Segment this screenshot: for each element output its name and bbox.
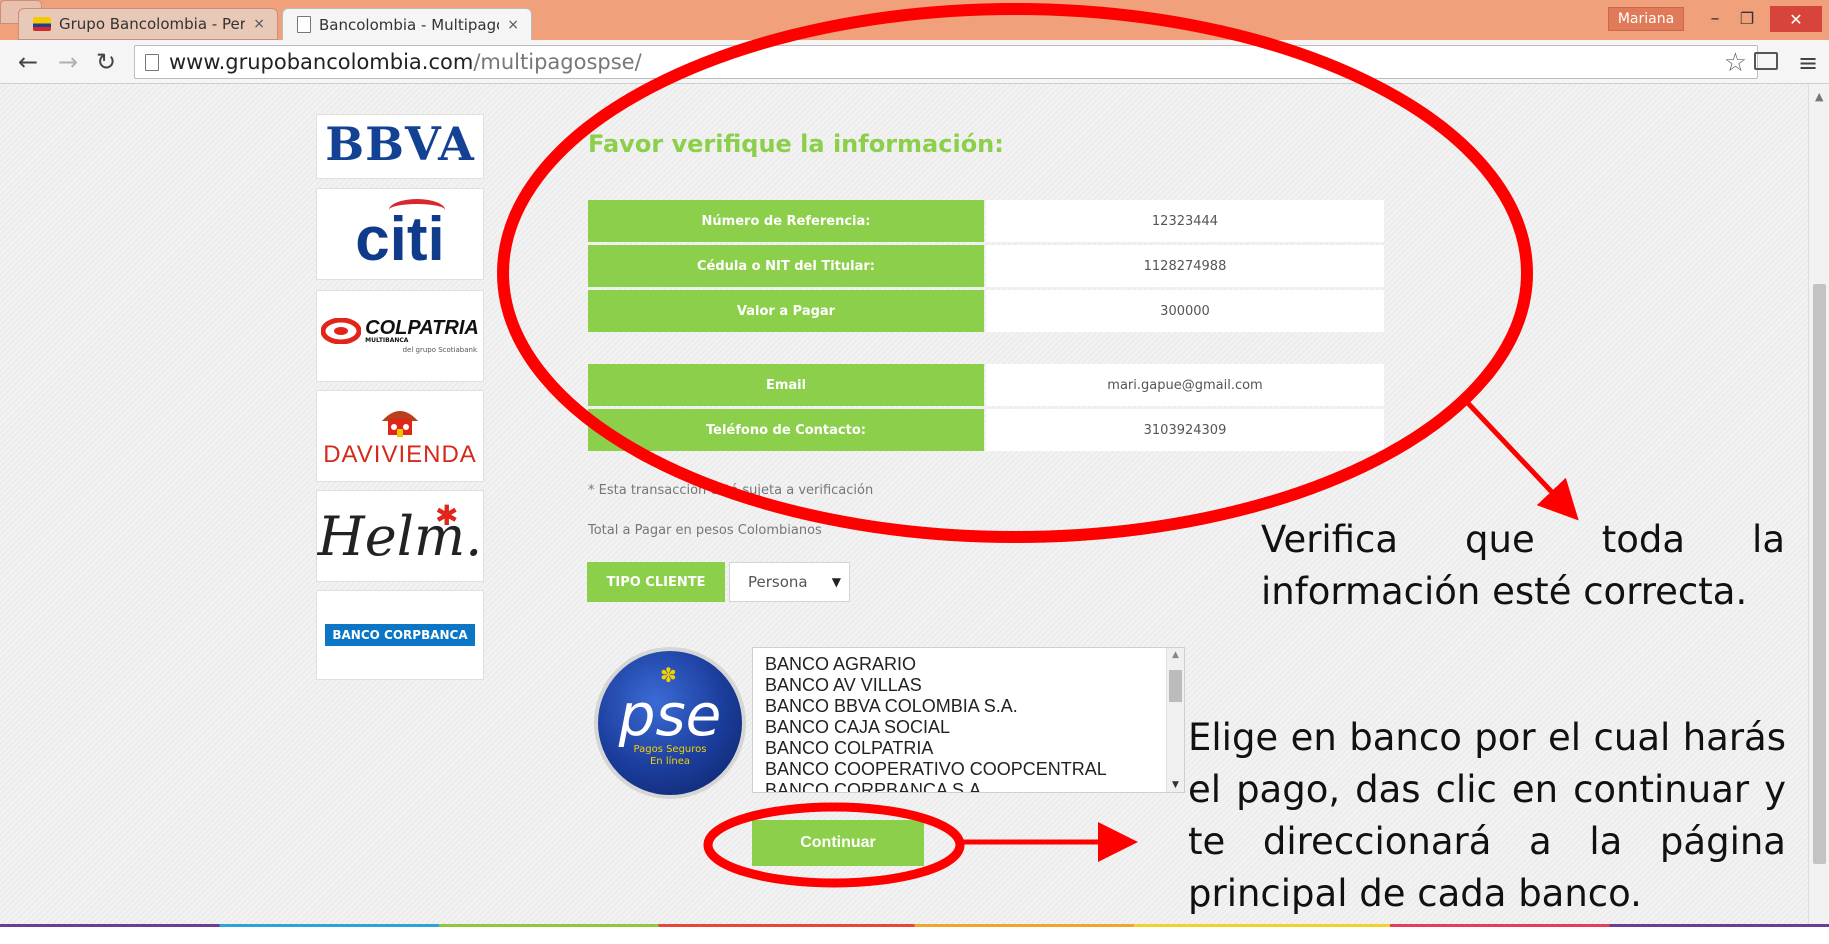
tab-multipagos[interactable]: Bancolombia - Multipagos × [282,8,532,40]
colpatria-wordmark: COLPATRIA [365,317,479,339]
page-icon [297,16,311,33]
helm-logo[interactable]: Helm. ✱ [316,490,484,582]
tab-label: Grupo Bancolombia - Pers [59,15,246,33]
back-arrow-icon[interactable]: ← [14,48,42,76]
bank-option[interactable]: BANCO BBVA COLOMBIA S.A. [765,696,1184,717]
total-note: Total a Pagar en pesos Colombianos [588,523,822,538]
annotation-verify: Verifica que toda la información esté co… [1261,518,1785,613]
colpatria-logo[interactable]: COLPATRIA MULTIBANCA del grupo Scotiaban… [316,290,484,382]
row-label: Cédula o NIT del Titular: [588,245,984,287]
tipo-cliente-label: TIPO CLIENTE [587,562,725,602]
tab-close-icon[interactable]: × [253,16,265,32]
corpbanca-logo[interactable]: BANCO CORPBANCA [316,590,484,680]
footer-color-strip [0,924,1829,944]
verification-note: * Esta transacción está sujeta a verific… [588,483,874,498]
row-label: Teléfono de Contacto: [588,409,984,451]
davivienda-wordmark: DAVIVIENDA [323,441,477,468]
select-value: Persona [748,573,808,591]
page-content: BBVA citi COLPATRIA MULTIBANCA del grupo… [0,84,1808,924]
citi-logo[interactable]: citi [316,188,484,280]
bank-options: BANCO AGRARIO BANCO AV VILLAS BANCO BBVA C… [753,648,1184,792]
scroll-up-icon[interactable]: ▲ [1172,650,1179,660]
url-path: /multipagospse/ [473,50,642,74]
pse-sub-2: En línea [649,756,690,767]
table-row: Cédula o NIT del Titular: 1128274988 [588,245,1386,289]
corpbanca-wordmark: BANCO CORPBANCA [325,624,475,646]
bookmark-star-icon[interactable]: ☆ [1724,48,1747,78]
tab-grupo-bancolombia[interactable]: Grupo Bancolombia - Pers × [18,8,278,40]
cast-icon[interactable] [1754,52,1778,70]
annotation-choose-bank: Elige en banco por el cual harás el pago… [1188,716,1786,915]
url-host: www.grupobancolombia.com [169,50,474,74]
row-value: 12323444 [986,200,1384,242]
bank-option[interactable]: BANCO AGRARIO [765,654,1184,675]
page-icon [145,53,159,71]
row-value: 300000 [986,290,1384,332]
section-title: Favor verifique la información: [588,130,1004,158]
pse-sub-1: Pagos Seguros [633,744,707,755]
scroll-thumb[interactable] [1169,670,1182,702]
row-label: Email [588,364,984,406]
row-value: 1128274988 [986,245,1384,287]
reload-icon[interactable]: ↻ [92,48,120,76]
table-row: Valor a Pagar 300000 [588,290,1386,334]
forward-arrow-icon[interactable]: → [54,48,82,76]
bank-option[interactable]: BANCO COOPERATIVO COOPCENTRAL [765,759,1184,780]
address-bar[interactable]: www.grupobancolombia.com/multipagospse/ … [134,45,1758,79]
scroll-thumb[interactable] [1813,284,1826,864]
close-window-button[interactable]: ✕ [1770,6,1822,32]
continue-button[interactable]: Continuar [752,820,924,866]
helm-star-icon: ✱ [435,499,459,532]
minimize-button[interactable]: – [1700,4,1730,32]
row-value: 3103924309 [986,409,1384,451]
pse-logo: ✽ pse Pagos Seguros En línea [594,647,746,799]
table-row: Número de Referencia: 12323444 [588,200,1386,244]
bank-select-list[interactable]: BANCO AGRARIO BANCO AV VILLAS BANCO BBVA C… [752,647,1185,793]
scroll-down-icon[interactable]: ▼ [1172,780,1179,790]
row-label: Número de Referencia: [588,200,984,242]
list-scrollbar[interactable]: ▲ ▼ [1166,648,1184,792]
colpatria-sub: MULTIBANCA [365,337,409,344]
bank-option[interactable]: BANCO COLPATRIA [765,738,1184,759]
row-label: Valor a Pagar [588,290,984,332]
menu-icon[interactable]: ≡ [1798,49,1818,77]
bank-option[interactable]: BANCO CORPBANCA S.A [765,780,1184,792]
bbva-logo[interactable]: BBVA [316,114,484,179]
citi-arc-icon [389,199,445,221]
colpatria-group: del grupo Scotiabank [402,346,477,354]
browser-toolbar: ← → ↻ www.grupobancolombia.com/multipago… [0,40,1829,84]
chevron-down-icon: ▼ [831,575,841,589]
row-value: mari.gapue@gmail.com [986,364,1384,406]
bank-option[interactable]: BANCO AV VILLAS [765,675,1184,696]
tab-close-icon[interactable]: × [507,17,519,33]
davivienda-house-icon [382,411,418,437]
page-scrollbar[interactable]: ▲ [1808,84,1829,924]
table-row: Teléfono de Contacto: 3103924309 [588,409,1386,453]
colpatria-swirl-icon [321,318,362,344]
pse-dots-icon: ✽ [660,663,677,687]
maximize-button[interactable]: ❐ [1732,4,1762,32]
browser-titlebar: Grupo Bancolombia - Pers × Bancolombia -… [0,0,1829,40]
tab-label: Bancolombia - Multipagos [319,15,500,34]
colombia-flag-icon [33,17,51,31]
table-row: Email mari.gapue@gmail.com [588,364,1386,408]
tipo-cliente-select[interactable]: Persona ▼ [729,562,850,602]
davivienda-logo[interactable]: DAVIVIENDA [316,390,484,482]
bank-option[interactable]: BANCO CAJA SOCIAL [765,717,1184,738]
pse-wordmark: pse [618,681,722,749]
scroll-up-icon[interactable]: ▲ [1815,90,1823,103]
profile-button[interactable]: Mariana [1608,7,1684,31]
